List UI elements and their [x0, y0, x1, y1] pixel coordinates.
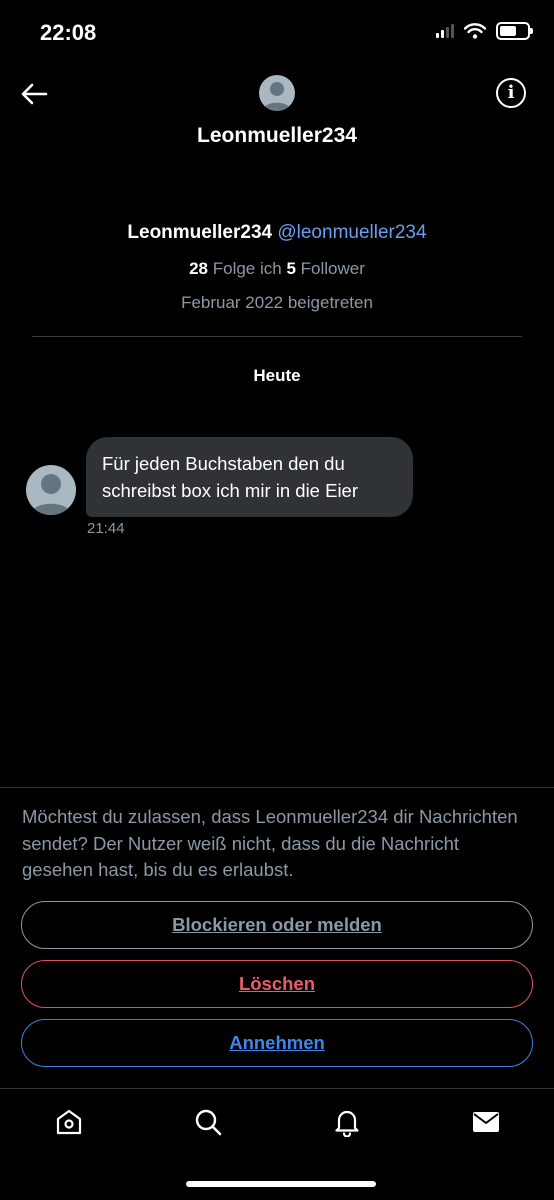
joined-date: Februar 2022 beigetreten	[181, 293, 373, 312]
info-icon: i	[507, 82, 515, 103]
tab-messages[interactable]	[466, 1102, 506, 1142]
profile-display-name: Leonmueller234	[127, 222, 273, 243]
following-label: Folge ich	[212, 259, 282, 278]
status-icons	[436, 22, 533, 40]
bell-icon	[335, 1110, 359, 1137]
message-bubble[interactable]: Für jeden Buchstaben den du schreibst bo…	[86, 437, 413, 517]
accept-button[interactable]: Annehmen	[21, 1019, 533, 1067]
day-separator: Heute	[253, 366, 301, 385]
cellular-signal-icon	[436, 24, 454, 38]
back-button[interactable]	[18, 78, 50, 110]
tab-notifications[interactable]	[327, 1102, 367, 1142]
battery-icon	[496, 22, 533, 40]
back-arrow-icon	[21, 83, 48, 105]
header-avatar[interactable]	[259, 75, 295, 111]
block-or-report-button[interactable]: Blockieren oder melden	[21, 901, 533, 949]
request-prompt: Möchtest du zulassen, dass Leonmueller23…	[22, 806, 518, 880]
tabbar-divider	[0, 1088, 554, 1089]
followers-label: Follower	[300, 259, 365, 278]
dm-request-screen: 22:08 i Leonmueller234 Leonmueller234 @l…	[0, 0, 554, 1200]
envelope-icon	[473, 1112, 499, 1132]
conversation-title: Leonmueller234	[197, 124, 357, 147]
panel-divider	[0, 787, 554, 788]
followers-count: 5	[286, 259, 296, 278]
wifi-icon	[464, 23, 486, 39]
message-timestamp: 21:44	[87, 520, 125, 537]
following-count: 28	[189, 259, 208, 278]
profile-handle: @leonmueller234	[277, 222, 427, 243]
default-avatar-icon	[263, 82, 291, 111]
profile-name-line[interactable]: Leonmueller234 @leonmueller234	[0, 222, 554, 244]
home-indicator	[186, 1181, 376, 1187]
tab-home[interactable]	[49, 1102, 89, 1142]
profile-stats: 28 Folge ich 5 Follower	[0, 259, 554, 279]
sender-avatar[interactable]	[26, 465, 76, 515]
delete-button[interactable]: Löschen	[21, 960, 533, 1008]
search-icon	[195, 1109, 222, 1136]
home-icon	[56, 1109, 82, 1135]
default-avatar-icon	[31, 474, 71, 515]
tab-search[interactable]	[188, 1102, 228, 1142]
info-button[interactable]: i	[496, 78, 526, 108]
status-time: 22:08	[40, 20, 97, 45]
divider	[32, 336, 522, 337]
